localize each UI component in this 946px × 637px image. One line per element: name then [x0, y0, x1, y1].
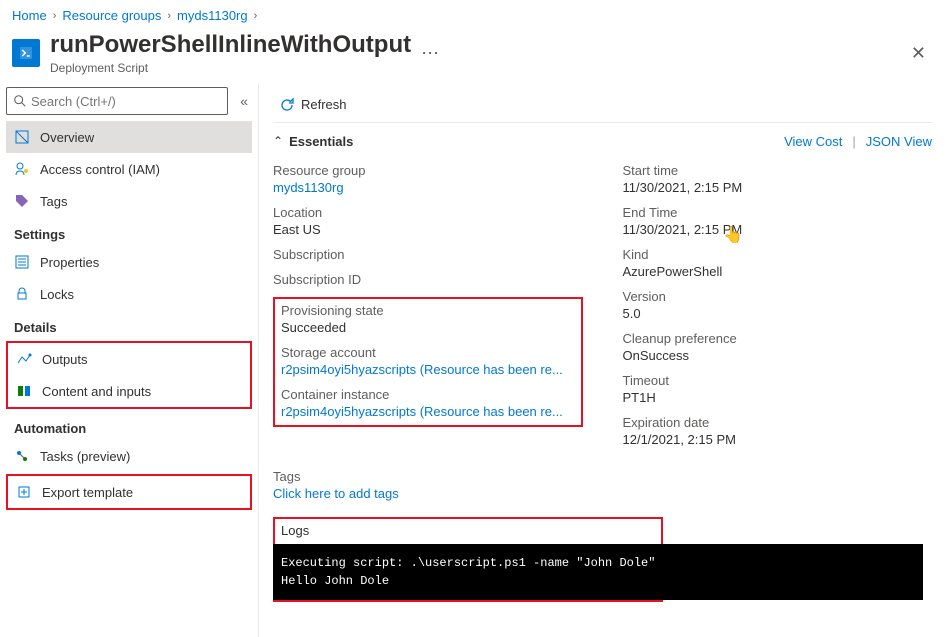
- breadcrumb-rg-name[interactable]: myds1130rg: [177, 8, 248, 23]
- tasks-icon: [14, 448, 30, 464]
- sidebar: « Overview Access control (IAM) Tags Set…: [0, 83, 258, 637]
- logs-terminal: Executing script: .\userscript.ps1 -name…: [273, 544, 923, 600]
- essentials-header: ⌃ Essentials View Cost | JSON View: [273, 123, 932, 159]
- refresh-label: Refresh: [301, 97, 347, 112]
- header-text: runPowerShellInlineWithOutput Deployment…: [50, 31, 411, 75]
- collapse-sidebar-button[interactable]: «: [236, 89, 252, 113]
- label-container-instance: Container instance: [281, 387, 575, 402]
- deployment-script-icon: [12, 39, 40, 67]
- breadcrumb-resource-groups[interactable]: Resource groups: [62, 8, 161, 23]
- toolbar: Refresh: [273, 87, 932, 123]
- page-header: runPowerShellInlineWithOutput Deployment…: [0, 27, 946, 83]
- breadcrumb-home[interactable]: Home: [12, 8, 47, 23]
- container-instance-link[interactable]: r2psim4oyi5hyazscripts (Resource has bee…: [281, 404, 575, 419]
- logs-section: Logs Executing script: .\userscript.ps1 …: [273, 517, 663, 602]
- nav-header-details: Details: [6, 310, 252, 339]
- json-view-link[interactable]: JSON View: [866, 134, 932, 149]
- nav-access-control[interactable]: Access control (IAM): [6, 153, 252, 185]
- chevron-right-icon: ›: [254, 10, 258, 22]
- tags-row: Tags Click here to add tags: [273, 469, 932, 501]
- more-actions-button[interactable]: ⋯: [421, 43, 439, 64]
- nav-label: Outputs: [42, 352, 88, 367]
- nav-overview[interactable]: Overview: [6, 121, 252, 153]
- tags-icon: [14, 193, 30, 209]
- essentials-label: Essentials: [289, 134, 353, 149]
- chevron-up-icon[interactable]: ⌃: [273, 134, 283, 148]
- content-icon: [16, 383, 32, 399]
- nav-label: Export template: [42, 485, 133, 500]
- nav-locks[interactable]: Locks: [6, 278, 252, 310]
- nav-export-template[interactable]: Export template: [8, 476, 250, 508]
- overview-icon: [14, 129, 30, 145]
- outputs-icon: [16, 351, 32, 367]
- value-cleanup: OnSuccess: [623, 348, 933, 363]
- nav-label: Access control (IAM): [40, 162, 160, 177]
- log-line: Hello John Dole: [281, 572, 915, 590]
- label-storage-account: Storage account: [281, 345, 575, 360]
- main-content: Refresh ⌃ Essentials View Cost | JSON Vi…: [258, 83, 946, 637]
- nav-header-automation: Automation: [6, 411, 252, 440]
- essentials-grid: Resource group myds1130rg Location East …: [273, 163, 932, 457]
- value-expiration: 12/1/2021, 2:15 PM: [623, 432, 933, 447]
- value-end-time: 11/30/2021, 2:15 PM: [623, 222, 933, 237]
- lock-icon: [14, 286, 30, 302]
- refresh-icon: [279, 97, 295, 113]
- export-template-icon: [16, 484, 32, 500]
- search-input[interactable]: [31, 94, 221, 109]
- label-expiration: Expiration date: [623, 415, 933, 430]
- value-location: East US: [273, 222, 583, 237]
- nav-tasks[interactable]: Tasks (preview): [6, 440, 252, 472]
- add-tags-link[interactable]: Click here to add tags: [273, 486, 932, 501]
- label-subscription: Subscription: [273, 247, 583, 262]
- nav-outputs[interactable]: Outputs: [8, 343, 250, 375]
- storage-account-link[interactable]: r2psim4oyi5hyazscripts (Resource has bee…: [281, 362, 575, 377]
- label-resource-group: Resource group: [273, 163, 583, 178]
- nav-label: Content and inputs: [42, 384, 151, 399]
- label-timeout: Timeout: [623, 373, 933, 388]
- page-subtitle: Deployment Script: [50, 61, 411, 75]
- chevron-right-icon: ›: [53, 10, 57, 22]
- label-version: Version: [623, 289, 933, 304]
- nav-label: Tags: [40, 194, 67, 209]
- value-version: 5.0: [623, 306, 933, 321]
- value-kind: AzurePowerShell: [623, 264, 933, 279]
- view-cost-link[interactable]: View Cost: [784, 134, 842, 149]
- refresh-button[interactable]: Refresh: [273, 93, 353, 117]
- label-end-time: End Time: [623, 205, 933, 220]
- close-button[interactable]: ✕: [903, 39, 934, 68]
- nav-properties[interactable]: Properties: [6, 246, 252, 278]
- value-timeout: PT1H: [623, 390, 933, 405]
- label-subscription-id: Subscription ID: [273, 272, 583, 287]
- nav-label: Properties: [40, 255, 99, 270]
- properties-icon: [14, 254, 30, 270]
- label-start-time: Start time: [623, 163, 933, 178]
- search-box[interactable]: [6, 87, 228, 115]
- value-provisioning-state: Succeeded: [281, 320, 575, 335]
- label-cleanup: Cleanup preference: [623, 331, 933, 346]
- nav-header-settings: Settings: [6, 217, 252, 246]
- label-provisioning-state: Provisioning state: [281, 303, 575, 318]
- access-control-icon: [14, 161, 30, 177]
- page-title: runPowerShellInlineWithOutput: [50, 31, 411, 59]
- nav-label: Tasks (preview): [40, 449, 130, 464]
- log-line: Executing script: .\userscript.ps1 -name…: [281, 554, 915, 572]
- label-kind: Kind: [623, 247, 933, 262]
- breadcrumb: Home › Resource groups › myds1130rg ›: [0, 0, 946, 27]
- highlighted-details-box: Provisioning state Succeeded Storage acc…: [273, 297, 583, 427]
- resource-group-link[interactable]: myds1130rg: [273, 180, 583, 195]
- label-location: Location: [273, 205, 583, 220]
- label-tags: Tags: [273, 469, 932, 484]
- chevron-right-icon: ›: [167, 10, 171, 22]
- nav-label: Overview: [40, 130, 94, 145]
- nav-tags[interactable]: Tags: [6, 185, 252, 217]
- value-start-time: 11/30/2021, 2:15 PM: [623, 180, 933, 195]
- nav-label: Locks: [40, 287, 74, 302]
- search-icon: [13, 94, 27, 108]
- nav-content-inputs[interactable]: Content and inputs: [8, 375, 250, 407]
- logs-title: Logs: [275, 519, 661, 544]
